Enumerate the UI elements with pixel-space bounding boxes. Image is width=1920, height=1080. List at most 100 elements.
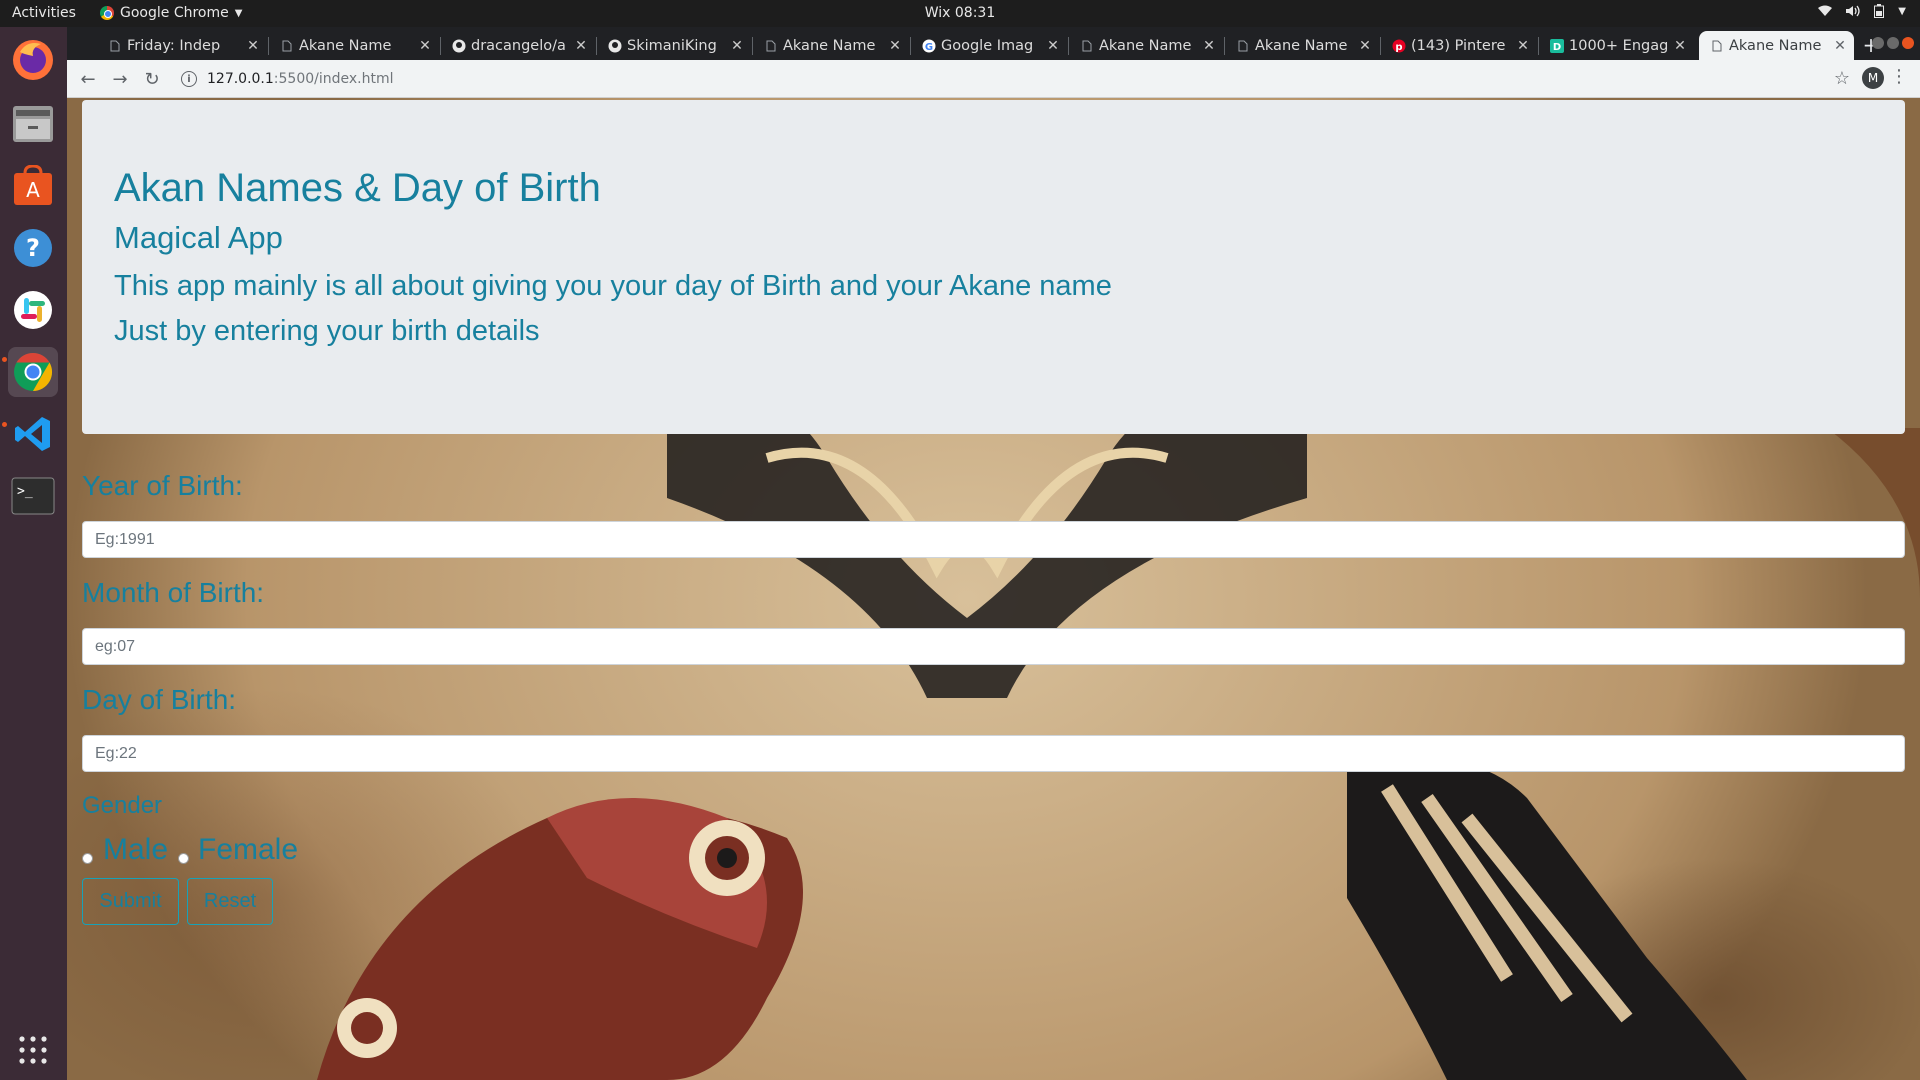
- url-host: 127.0.0.1: [207, 71, 274, 87]
- chevron-down-icon: ▼: [1898, 5, 1906, 17]
- app-menu-label: Google Chrome: [120, 5, 229, 21]
- vscode-icon: [15, 417, 50, 451]
- svg-text:?: ?: [26, 234, 40, 262]
- close-icon[interactable]: ✕: [245, 38, 261, 54]
- close-icon[interactable]: ✕: [1045, 38, 1061, 54]
- system-tray[interactable]: ▼: [1818, 4, 1906, 18]
- app-menu[interactable]: Google Chrome ▼: [100, 5, 242, 21]
- svg-text:G: G: [924, 42, 932, 53]
- gender-label: Gender: [82, 792, 163, 819]
- page-icon: [763, 38, 778, 53]
- running-indicator: [2, 357, 7, 362]
- male-radio[interactable]: [82, 853, 93, 864]
- activities-button[interactable]: Activities: [12, 5, 76, 21]
- dock-software[interactable]: A: [8, 161, 58, 211]
- page-icon: [279, 38, 294, 53]
- help-icon: ?: [14, 229, 52, 267]
- grid-icon: [19, 1036, 47, 1064]
- github-icon: [451, 38, 466, 53]
- close-icon[interactable]: ✕: [1672, 38, 1688, 54]
- month-input[interactable]: eg:07: [82, 628, 1905, 665]
- year-input[interactable]: Eg:1991: [82, 521, 1905, 558]
- bookmark-star-icon[interactable]: ☆: [1834, 68, 1850, 89]
- tab[interactable]: Akane Name ✕: [753, 31, 909, 60]
- files-icon: [13, 106, 53, 142]
- dock-terminal[interactable]: >_: [8, 471, 58, 521]
- dock-vscode[interactable]: [8, 409, 58, 459]
- dock: A ? >_: [0, 27, 67, 1080]
- dock-help[interactable]: ?: [8, 223, 58, 273]
- page-icon: [1235, 38, 1250, 53]
- d-icon: D: [1549, 38, 1564, 53]
- description-line-1: This app mainly is all about giving you …: [114, 270, 1112, 302]
- reset-button[interactable]: Reset: [187, 878, 273, 925]
- running-indicator: [2, 422, 7, 427]
- info-icon[interactable]: i: [181, 71, 197, 87]
- chevron-down-icon: ▼: [234, 7, 243, 19]
- year-label: Year of Birth:: [82, 470, 243, 501]
- month-label: Month of Birth:: [82, 577, 265, 608]
- jumbotron: Akan Names & Day of Birth Magical App Th…: [82, 100, 1905, 434]
- description-line-2: Just by entering your birth details: [114, 315, 540, 347]
- svg-text:>_: >_: [17, 484, 33, 499]
- maximize-button[interactable]: [1887, 37, 1899, 49]
- minimize-button[interactable]: [1872, 37, 1884, 49]
- address-bar[interactable]: i 127.0.0.1:5500/index.html: [171, 64, 1871, 94]
- google-icon: G: [921, 38, 936, 53]
- close-icon[interactable]: ✕: [1832, 38, 1848, 54]
- kebab-menu-icon[interactable]: ⋮: [1890, 66, 1908, 87]
- tab[interactable]: Akane Name ✕: [269, 31, 439, 60]
- page-viewport: Akan Names & Day of Birth Magical App Th…: [67, 98, 1920, 1080]
- tab[interactable]: SkimaniKing ✕: [597, 31, 751, 60]
- reload-button[interactable]: ↻: [141, 68, 163, 90]
- close-icon[interactable]: ✕: [1201, 38, 1217, 54]
- day-input[interactable]: Eg:22: [82, 735, 1905, 772]
- female-radio[interactable]: [178, 853, 189, 864]
- back-button[interactable]: ←: [77, 68, 99, 90]
- chrome-icon: [100, 6, 114, 20]
- day-label: Day of Birth:: [82, 684, 237, 715]
- tab-strip: Friday: Indep ✕ Akane Name ✕ dracangelo/a ✕…: [67, 27, 1920, 60]
- dock-files[interactable]: [8, 99, 58, 149]
- dock-chrome[interactable]: [8, 347, 58, 397]
- female-label[interactable]: Female: [198, 833, 298, 867]
- tab-active[interactable]: Akane Name ✕: [1699, 31, 1854, 60]
- tab[interactable]: Friday: Indep ✕: [97, 31, 267, 60]
- slack-icon: [14, 291, 52, 329]
- svg-text:p: p: [1395, 42, 1402, 53]
- terminal-icon: >_: [11, 477, 55, 515]
- tab[interactable]: D 1000+ Engag ✕: [1539, 31, 1694, 60]
- wifi-icon: [1818, 5, 1833, 16]
- close-icon[interactable]: ✕: [573, 38, 589, 54]
- battery-icon: [1874, 4, 1885, 18]
- software-center-icon: A: [14, 165, 52, 205]
- dock-slack[interactable]: [8, 285, 58, 335]
- arrow-right-icon: →: [112, 68, 128, 90]
- male-label[interactable]: Male: [103, 833, 168, 867]
- page-icon: [107, 38, 122, 53]
- tab[interactable]: Akane Name ✕: [1069, 31, 1223, 60]
- show-applications-button[interactable]: [8, 1025, 58, 1075]
- close-icon[interactable]: ✕: [417, 38, 433, 54]
- forward-button[interactable]: →: [109, 68, 131, 90]
- firefox-icon: [13, 40, 53, 80]
- tab[interactable]: p (143) Pintere ✕: [1381, 31, 1537, 60]
- pinterest-icon: p: [1391, 38, 1406, 53]
- close-window-button[interactable]: [1902, 37, 1914, 49]
- page-icon: [1709, 38, 1724, 53]
- arrow-left-icon: ←: [80, 68, 96, 90]
- page-title: Akan Names & Day of Birth: [114, 166, 601, 210]
- close-icon[interactable]: ✕: [1357, 38, 1373, 54]
- tab[interactable]: G Google Imag ✕: [911, 31, 1067, 60]
- reload-icon: ↻: [144, 68, 160, 90]
- close-icon[interactable]: ✕: [1515, 38, 1531, 54]
- clock[interactable]: Wix 08:31: [925, 5, 996, 21]
- tab[interactable]: dracangelo/a ✕: [441, 31, 595, 60]
- close-icon[interactable]: ✕: [887, 38, 903, 54]
- profile-avatar[interactable]: M: [1862, 67, 1884, 89]
- volume-icon: [1846, 5, 1860, 17]
- close-icon[interactable]: ✕: [729, 38, 745, 54]
- submit-button[interactable]: Submit: [82, 878, 179, 925]
- dock-firefox[interactable]: [8, 35, 58, 85]
- tab[interactable]: Akane Name ✕: [1225, 31, 1379, 60]
